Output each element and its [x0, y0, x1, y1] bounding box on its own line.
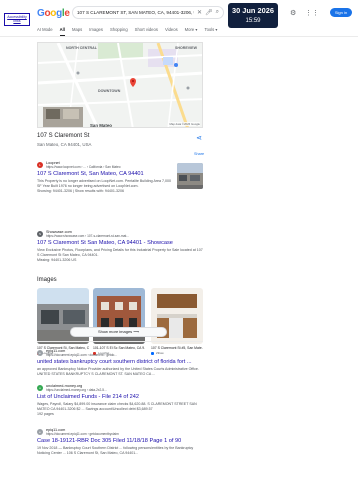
- tab-shopping[interactable]: Shopping: [110, 27, 128, 36]
- map-label-north-central: NORTH CENTRAL: [66, 46, 97, 50]
- search-icon[interactable]: ⌕: [216, 9, 219, 16]
- tabs-divider: [0, 36, 358, 37]
- search-result: e epiq11.com https://document.epiq11.com…: [37, 428, 203, 456]
- showcase-favicon: S: [37, 231, 43, 238]
- logo-letter: e: [64, 8, 70, 19]
- clock-date: 30 Jun 2026: [232, 6, 274, 15]
- result-snippet: Noticing Center ... 106 S Claremont St, …: [37, 451, 139, 456]
- map-graphic: [38, 43, 202, 127]
- result-source[interactable]: e epiq11.com https://document.epiq11.com…: [37, 428, 203, 436]
- tab-tools[interactable]: Tools ▾: [204, 27, 217, 36]
- share-icon: ⋖: [196, 135, 202, 142]
- map-attribution: Map data ©2026 Google: [169, 122, 200, 126]
- search-result: L Loopnet https://www.loopnet.com › ... …: [37, 161, 203, 194]
- result-snippet: Missing: 94401-3206 US: [37, 258, 77, 263]
- search-result: S Showcase.com https://www.showcase.com …: [37, 230, 203, 263]
- result-snippet: 192 pages: [37, 412, 54, 417]
- search-result: e epiq11.com https://document.epiq11.com…: [37, 349, 203, 377]
- search-tabs: AI Mode All Maps Images Shopping Short v…: [37, 27, 218, 36]
- result-title-link[interactable]: Case 18-19121-RBR Doc 305 Filed 11/18/18…: [37, 438, 203, 445]
- google-logo[interactable]: Google: [37, 8, 70, 19]
- loopnet-favicon: L: [37, 162, 43, 169]
- result-url: https://www.showcase.com › 107-s-claremo…: [46, 234, 129, 239]
- tab-ai-mode[interactable]: AI Mode: [37, 27, 53, 36]
- sign-in-button[interactable]: Sign in: [330, 8, 352, 17]
- image-result[interactable]: 107 S Claremont St #5, San Mate... Zillo…: [151, 288, 203, 355]
- result-url: https://document.epiq11.com › getdocumen…: [46, 432, 119, 437]
- tab-tools-label: Tools: [204, 27, 215, 32]
- result-title-link[interactable]: 107 S Claremont St San Mateo, CA 94401 -…: [37, 240, 203, 247]
- show-more-images-button[interactable]: Show more images ⟶: [70, 327, 167, 337]
- tab-more-label: More: [184, 27, 195, 32]
- result-source[interactable]: u unclaimed-money.org https://unclaimed-…: [37, 384, 203, 392]
- unclaimed-money-favicon: u: [37, 385, 43, 392]
- close-icon[interactable]: ✕: [197, 9, 202, 16]
- result-source[interactable]: S Showcase.com https://www.showcase.com …: [37, 230, 203, 238]
- search-input[interactable]: 107 S CLAREMONT ST, SAN MATEO, CA, 94401…: [77, 10, 194, 15]
- search-box[interactable]: 107 S CLAREMONT ST, SAN MATEO, CA, 94401…: [72, 6, 224, 19]
- search-results-page: Accessibility links Google 107 S CLAREMO…: [0, 0, 358, 500]
- epiq-favicon: e: [37, 429, 43, 436]
- map-label-san-mateo: San Mateo: [90, 123, 112, 128]
- result-source[interactable]: e epiq11.com https://document.epiq11.com…: [37, 349, 203, 357]
- building-photo: [177, 163, 203, 189]
- settings-icon[interactable]: ⚙: [290, 9, 296, 17]
- share-button[interactable]: ⋖ Share: [194, 134, 204, 160]
- result-title-link[interactable]: united states bankruptcy court southern …: [37, 359, 203, 366]
- map-preview[interactable]: NORTH CENTRAL SHOREVIEW DOWNTOWN San Mat…: [37, 42, 203, 128]
- section-divider: [37, 341, 203, 342]
- epiq-favicon: e: [37, 350, 43, 357]
- result-url: https://unclaimed-money.org › data-2x2-5…: [46, 388, 107, 393]
- place-address: San Mateo, CA 94401, USA: [37, 142, 92, 147]
- image-result[interactable]: 101-107 S El Sc San Mateo, CA 9... LoopN…: [93, 288, 145, 355]
- clock-time: 15:59: [245, 18, 261, 24]
- result-thumbnail[interactable]: [177, 163, 203, 189]
- mic-icon[interactable]: 🎤︎: [205, 9, 213, 16]
- map-label-downtown: DOWNTOWN: [98, 89, 121, 93]
- image-result[interactable]: 107 S Claremont St, San Mateo, CA... Loo…: [37, 288, 89, 355]
- tab-maps[interactable]: Maps: [72, 27, 82, 36]
- apps-grid-icon[interactable]: ⋮⋮: [305, 9, 319, 17]
- images-heading: Images: [37, 277, 57, 283]
- tab-more[interactable]: More ▾: [185, 27, 198, 36]
- tab-images[interactable]: Images: [89, 27, 103, 36]
- accessibility-label-2[interactable]: links: [6, 19, 28, 23]
- clock-overlay: 30 Jun 2026 15:59: [228, 3, 278, 28]
- share-label: Share: [194, 152, 205, 156]
- show-more-images-label: Show more images: [97, 329, 133, 334]
- result-url: https://www.loopnet.com › ... › Californ…: [46, 165, 121, 170]
- result-title-link[interactable]: List of Unclaimed Funds - File 214 of 24…: [37, 394, 203, 401]
- search-result: u unclaimed-money.org https://unclaimed-…: [37, 384, 203, 417]
- accessibility-links[interactable]: Accessibility links: [4, 13, 30, 26]
- result-snippet: Showing: 94401-3206 | Show results with:…: [37, 189, 125, 194]
- tab-short-videos[interactable]: Short videos: [135, 27, 158, 36]
- map-label-shoreview: SHOREVIEW: [175, 46, 197, 50]
- result-snippet: UNITED STATES BANKRUPTCY S CLAREMONT ST.…: [37, 372, 156, 377]
- place-title: 107 S Claremont St: [37, 133, 90, 139]
- tab-all[interactable]: All: [59, 27, 65, 36]
- tab-videos[interactable]: Videos: [165, 27, 178, 36]
- result-url: https://document.epiq11.com › document ›…: [46, 353, 117, 358]
